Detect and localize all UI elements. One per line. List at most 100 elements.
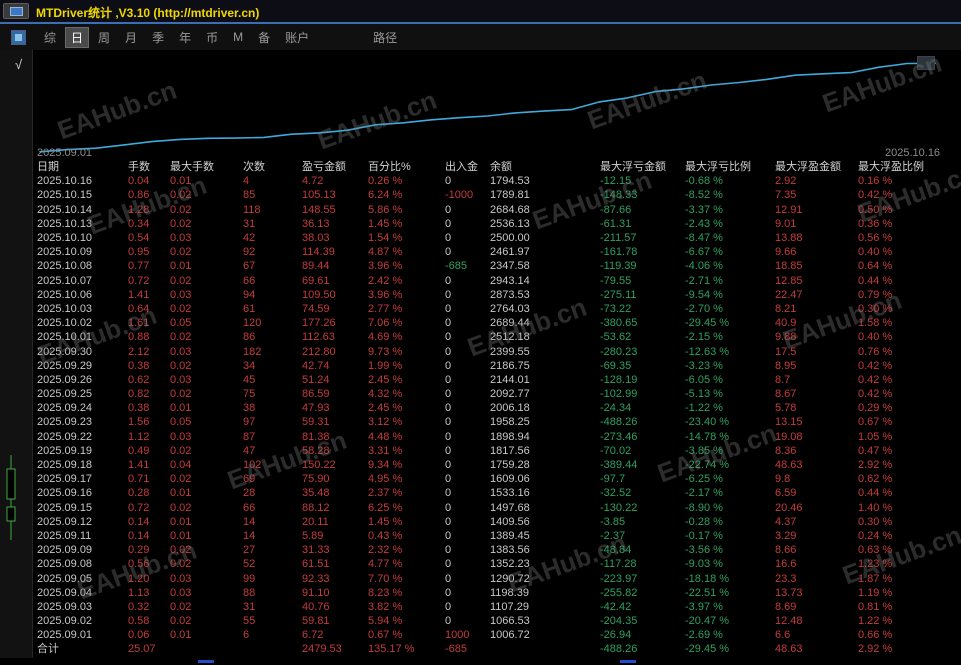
cell: 0.01 bbox=[170, 175, 192, 188]
table-row[interactable]: 2025.09.30 2.12 0.03 182 212.80 9.73 % 0 2399.5… bbox=[37, 344, 945, 358]
table-row[interactable]: 2025.09.15 0.72 0.02 66 88.12 6.25 % 0 1497.68 -… bbox=[37, 501, 945, 515]
table-row[interactable]: 2025.09.11 0.14 0.01 14 5.89 0.43 % 0 1389.45 -2… bbox=[37, 529, 945, 543]
cell: -0.17 % bbox=[685, 529, 723, 542]
tab-M[interactable]: M bbox=[227, 28, 249, 46]
cell: 3.96 % bbox=[368, 260, 403, 273]
column-header[interactable]: 盈亏金额 bbox=[302, 160, 368, 174]
table-row[interactable]: 2025.09.22 1.12 0.03 87 81.38 4.48 % 0 1898.94 -… bbox=[37, 430, 945, 444]
cell: -4.06 % bbox=[685, 260, 723, 273]
table-row[interactable]: 2025.09.02 0.58 0.02 55 59.81 5.94 % 0 1066.53 -… bbox=[37, 614, 945, 628]
column-header[interactable]: 百分比% bbox=[368, 160, 445, 174]
cell: 0.63 % bbox=[858, 544, 893, 557]
table-row[interactable]: 2025.09.12 0.14 0.01 14 20.11 1.45 % 0 1409.56 -… bbox=[37, 515, 945, 529]
table-row[interactable]: 2025.09.03 0.32 0.02 31 40.76 3.82 % 0 1107.29 -… bbox=[37, 600, 945, 614]
table-row[interactable]: 2025.10.15 0.86 0.02 85 105.13 6.24 % -1000 178… bbox=[37, 188, 945, 202]
cell: -488.26 bbox=[600, 416, 638, 429]
tab-币[interactable]: 币 bbox=[200, 27, 224, 48]
tab-综[interactable]: 综 bbox=[38, 27, 62, 48]
table-row[interactable]: 2025.09.19 0.49 0.02 47 58.28 3.31 % 0 1817.56 -… bbox=[37, 444, 945, 458]
table-row[interactable]: 2025.09.05 1.20 0.03 99 92.33 7.70 % 0 1290.72 -… bbox=[37, 571, 945, 585]
cell: 2006.18 bbox=[490, 402, 530, 415]
cell: 2025.10.08 bbox=[37, 260, 93, 273]
tab-账户[interactable]: 账户 bbox=[279, 27, 315, 48]
window-icon[interactable] bbox=[3, 3, 29, 19]
column-header[interactable]: 最大浮亏金额 bbox=[600, 160, 685, 174]
cell: 0.54 bbox=[128, 232, 150, 245]
column-header[interactable]: 最大浮盈金额 bbox=[775, 160, 858, 174]
tab-月[interactable]: 月 bbox=[119, 27, 143, 48]
cell: 0 bbox=[445, 544, 452, 557]
cell: 0.38 bbox=[128, 402, 150, 415]
cell: 23.3 bbox=[775, 572, 797, 585]
table-row[interactable]: 2025.09.16 0.28 0.01 28 35.48 2.37 % 0 1533.16 -… bbox=[37, 486, 945, 500]
cell: -102.99 bbox=[600, 388, 638, 401]
table-row[interactable]: 2025.10.09 0.95 0.02 92 114.39 4.87 % 0 2461.97… bbox=[37, 245, 945, 259]
table-row[interactable]: 2025.10.10 0.54 0.03 42 38.03 1.54 % 0 2500.00 -… bbox=[37, 231, 945, 245]
cell: 0.06 bbox=[128, 629, 150, 642]
table-row[interactable]: 2025.10.16 0.04 0.01 4 4.72 0.26 % 0 1794.53 -12… bbox=[37, 174, 945, 188]
table-total-row[interactable]: 合计 25.07 2479.53 135.17 % -685 -488.26 -29.45 … bbox=[37, 642, 945, 656]
cell: 135.17 % bbox=[368, 643, 415, 656]
column-header[interactable]: 最大手数 bbox=[170, 160, 243, 174]
title-bar: MTDriver统计 ,V3.10 (http://mtdriver.cn) bbox=[0, 0, 961, 22]
table-row[interactable]: 2025.10.06 1.41 0.03 94 109.50 3.96 % 0 2873.53… bbox=[37, 288, 945, 302]
column-header[interactable]: 最大浮盈比例 bbox=[858, 160, 945, 174]
cell: 0.64 bbox=[128, 302, 150, 315]
cell: 69 bbox=[243, 473, 256, 486]
table-row[interactable]: 2025.10.07 0.72 0.02 66 69.61 2.42 % 0 2943.14 -… bbox=[37, 274, 945, 288]
cell: -73.22 bbox=[600, 302, 632, 315]
table-row[interactable]: 2025.10.08 0.77 0.01 67 89.44 3.96 % -685 2347.… bbox=[37, 259, 945, 273]
tab-日[interactable]: 日 bbox=[65, 26, 90, 48]
cell: 0 bbox=[445, 232, 452, 245]
table-row[interactable]: 2025.09.08 0.56 0.02 52 61.51 4.77 % 0 1352.23 -… bbox=[37, 557, 945, 571]
cell: 0 bbox=[445, 416, 452, 429]
table-row[interactable]: 2025.09.09 0.29 0.02 27 31.33 2.32 % 0 1383.56 -… bbox=[37, 543, 945, 557]
cell: 177.26 bbox=[302, 317, 336, 330]
cell: 4.77 % bbox=[368, 558, 403, 571]
cell: -6.05 % bbox=[685, 373, 723, 386]
table-row[interactable]: 2025.10.02 1.61 0.05 120 177.26 7.06 % 0 2689.4… bbox=[37, 316, 945, 330]
column-header[interactable]: 余额 bbox=[490, 160, 600, 174]
menu-tabs: 综日周月季年币 M 备账户 bbox=[38, 26, 315, 48]
table-row[interactable]: 2025.09.24 0.38 0.01 38 47.93 2.45 % 0 2006.18 -… bbox=[37, 401, 945, 415]
column-header[interactable]: 次数 bbox=[243, 160, 302, 174]
cell: 8.23 % bbox=[368, 586, 403, 599]
cell: 0 bbox=[445, 246, 452, 259]
table-row[interactable]: 2025.09.04 1.13 0.03 88 91.10 8.23 % 0 1198.39 -… bbox=[37, 586, 945, 600]
cell: -148.33 bbox=[600, 189, 638, 202]
cell: 0.30 % bbox=[858, 302, 893, 315]
tab-季[interactable]: 季 bbox=[146, 27, 170, 48]
table-row[interactable]: 2025.09.01 0.06 0.01 6 6.72 0.67 % 1000 1006.72… bbox=[37, 628, 945, 642]
cell: -6.25 % bbox=[685, 473, 723, 486]
column-header[interactable]: 日期 bbox=[37, 160, 128, 174]
check-icon[interactable]: √ bbox=[15, 57, 22, 72]
table-row[interactable]: 2025.10.03 0.64 0.02 61 74.59 2.77 % 0 2764.03 -… bbox=[37, 302, 945, 316]
cell: 2347.58 bbox=[490, 260, 530, 273]
column-header[interactable]: 出入金 bbox=[445, 160, 490, 174]
cell: 99 bbox=[243, 572, 256, 585]
cell: -2.69 % bbox=[685, 629, 723, 642]
path-menu-item[interactable]: 路径 bbox=[373, 29, 397, 46]
indicator-icon[interactable] bbox=[11, 29, 26, 45]
table-row[interactable]: 2025.10.14 1.28 0.02 118 148.55 5.86 % 0 2684.6… bbox=[37, 203, 945, 217]
table-row[interactable]: 2025.09.29 0.38 0.02 34 42.74 1.99 % 0 2186.75 -… bbox=[37, 359, 945, 373]
column-header[interactable]: 最大浮亏比例 bbox=[685, 160, 775, 174]
table-row[interactable]: 2025.10.01 0.88 0.02 86 112.63 4.69 % 0 2512.18… bbox=[37, 330, 945, 344]
cell: -3.85 % bbox=[685, 444, 723, 457]
cell: 112.63 bbox=[302, 331, 335, 344]
cell: -1000 bbox=[445, 189, 474, 202]
table-row[interactable]: 2025.09.25 0.82 0.02 75 86.59 4.32 % 0 2092.77 -… bbox=[37, 387, 945, 401]
cell: 0.40 % bbox=[858, 331, 893, 344]
table-row[interactable]: 2025.09.23 1.56 0.05 97 59.31 3.12 % 0 1958.25 -… bbox=[37, 415, 945, 429]
cell: -23.40 % bbox=[685, 416, 730, 429]
table-row[interactable]: 2025.09.18 1.41 0.04 102 150.22 9.34 % 0 1759.2… bbox=[37, 458, 945, 472]
tab-年[interactable]: 年 bbox=[173, 27, 197, 48]
tab-周[interactable]: 周 bbox=[92, 27, 116, 48]
cell: 0 bbox=[445, 501, 452, 514]
table-row[interactable]: 2025.09.26 0.62 0.03 45 51.24 2.45 % 0 2144.01 -… bbox=[37, 373, 945, 387]
table-row[interactable]: 2025.10.13 0.34 0.02 31 36.13 1.45 % 0 2536.13 -… bbox=[37, 217, 945, 231]
tab-备[interactable]: 备 bbox=[252, 27, 276, 48]
cell: 61.51 bbox=[302, 558, 330, 571]
table-row[interactable]: 2025.09.17 0.71 0.02 69 75.90 4.95 % 0 1609.06 -… bbox=[37, 472, 945, 486]
column-header[interactable]: 手数 bbox=[128, 160, 170, 174]
